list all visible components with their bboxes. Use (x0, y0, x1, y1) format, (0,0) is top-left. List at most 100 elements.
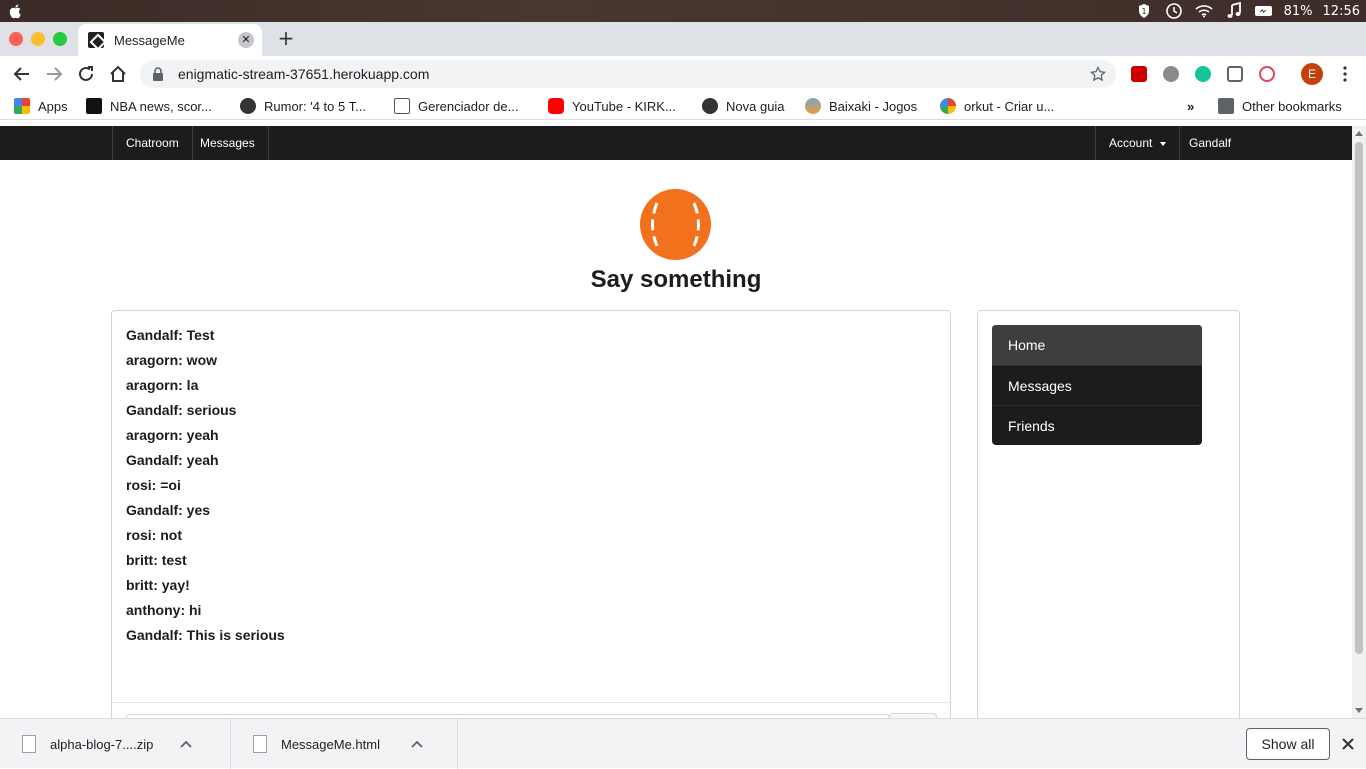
address-bar[interactable]: enigmatic-stream-37651.herokuapp.com (140, 60, 1116, 88)
bookmark-orkut[interactable]: orkut - Criar u... (940, 98, 1054, 114)
reload-button[interactable] (76, 64, 96, 84)
message-item: britt: yay! (126, 577, 190, 593)
back-button[interactable] (12, 64, 32, 84)
html-file-icon (253, 735, 267, 753)
extension-red-icon[interactable] (1259, 66, 1275, 82)
youtube-icon (548, 98, 564, 114)
show-all-button[interactable]: Show all (1246, 728, 1330, 760)
download-item[interactable]: alpha-blog-7....zip (0, 719, 231, 769)
download-item[interactable]: MessageMe.html (231, 719, 458, 769)
macos-menubar: 1 81% 12:56 (0, 0, 1366, 22)
window-zoom-button[interactable] (53, 32, 67, 46)
menu-item-home[interactable]: Home (992, 325, 1202, 365)
nav-user[interactable]: Gandalf (1176, 126, 1244, 160)
baseball-logo-icon (640, 189, 711, 260)
zip-file-icon (22, 735, 36, 753)
baixaki-icon (805, 98, 821, 114)
clock[interactable]: 12:56 (1323, 4, 1360, 19)
bookmark-other[interactable]: Other bookmarks (1218, 98, 1342, 114)
chevron-up-icon[interactable] (180, 740, 192, 748)
web-page: Chatroom Messages Account Gandalf Say so… (0, 126, 1352, 718)
music-note-icon[interactable] (1224, 2, 1244, 19)
tab-messageme[interactable]: MessageMe ✕ (78, 24, 262, 56)
kebab-menu-icon[interactable] (1338, 65, 1352, 83)
bookmarks-overflow-button[interactable]: » (1187, 98, 1194, 114)
tab-close-icon[interactable]: ✕ (238, 32, 254, 48)
camera-extension-icon[interactable] (1227, 66, 1243, 82)
page-scrollbar[interactable] (1352, 126, 1366, 718)
folder-icon (1218, 98, 1234, 114)
chat-divider (112, 702, 950, 703)
message-list: Gandalf: Test aragorn: wow aragorn: la G… (126, 325, 285, 650)
br-icon (86, 98, 102, 114)
bookmark-gerenciador[interactable]: Gerenciador de... (394, 98, 518, 114)
bookmark-apps[interactable]: Apps (14, 98, 68, 114)
download-filename: MessageMe.html (281, 736, 380, 752)
bookmark-label: Other bookmarks (1242, 98, 1342, 114)
url-text[interactable]: enigmatic-stream-37651.herokuapp.com (178, 66, 1090, 82)
bookmark-label: Rumor: '4 to 5 T... (264, 98, 366, 114)
site-favicon-icon (88, 32, 104, 48)
message-item: aragorn: la (126, 377, 199, 393)
bookmark-label: Gerenciador de... (418, 98, 519, 114)
bookmark-star-icon[interactable] (1090, 66, 1106, 82)
menu-item-messages[interactable]: Messages (992, 365, 1202, 405)
message-item: Gandalf: serious (126, 402, 237, 418)
nav-chatroom[interactable]: Chatroom (112, 126, 193, 160)
forward-button[interactable] (44, 64, 64, 84)
extension-circle-icon[interactable] (1163, 66, 1179, 82)
message-item: rosi: not (126, 527, 182, 543)
caret-down-icon (1160, 141, 1167, 146)
window-close-button[interactable] (9, 32, 23, 46)
youtube-extension-icon[interactable] (1131, 66, 1147, 82)
bookmark-label: YouTube - KIRK... (572, 98, 676, 114)
scroll-down-icon[interactable] (1355, 708, 1363, 713)
profile-avatar[interactable]: E (1301, 63, 1323, 85)
chevron-up-icon[interactable] (411, 740, 423, 748)
lock-icon[interactable] (152, 67, 164, 81)
page-heading: Say something (590, 266, 762, 293)
nav-account-dropdown[interactable]: Account (1095, 126, 1181, 160)
wifi-icon[interactable] (1194, 3, 1214, 19)
downloads-shelf: alpha-blog-7....zip MessageMe.html Show … (0, 718, 1366, 769)
shield-icon[interactable]: 1 (1134, 3, 1154, 19)
message-item: Gandalf: Test (126, 327, 215, 343)
message-item: aragorn: wow (126, 352, 218, 368)
home-icon (110, 65, 126, 82)
message-item: Gandalf: yeah (126, 452, 219, 468)
close-icon[interactable] (1340, 736, 1356, 752)
bookmarks-bar: Apps NBA news, scor... Rumor: '4 to 5 T.… (0, 92, 1366, 120)
download-filename: alpha-blog-7....zip (50, 736, 154, 752)
sidebar-box: Home Messages Friends (977, 310, 1240, 718)
tab-title: MessageMe (114, 32, 185, 48)
battery-charging-icon[interactable] (1254, 3, 1274, 19)
bookmark-baixaki[interactable]: Baixaki - Jogos (805, 98, 917, 114)
scroll-up-icon[interactable] (1355, 131, 1363, 136)
time-machine-icon[interactable] (1164, 3, 1184, 19)
apple-logo-icon[interactable] (8, 3, 24, 19)
reload-icon (79, 66, 93, 81)
grammarly-icon[interactable] (1195, 66, 1211, 82)
svg-text:1: 1 (1141, 7, 1146, 16)
battery-percent: 81% (1283, 3, 1313, 19)
bookmark-label: Nova guia (726, 98, 785, 114)
browser-toolbar: enigmatic-stream-37651.herokuapp.com E (0, 56, 1366, 92)
message-item: rosi: =oi (126, 477, 181, 493)
globe-icon (702, 98, 718, 114)
google-icon (940, 98, 956, 114)
message-item: Gandalf: yes (126, 502, 211, 518)
chat-box: Gandalf: Test aragorn: wow aragorn: la G… (111, 310, 951, 718)
bookmark-youtube[interactable]: YouTube - KIRK... (548, 98, 676, 114)
app-navbar: Chatroom Messages Account Gandalf (0, 126, 1352, 160)
bookmark-rumor[interactable]: Rumor: '4 to 5 T... (240, 98, 366, 114)
message-item: anthony: hi (126, 602, 202, 618)
bookmark-nba[interactable]: NBA news, scor... (86, 98, 212, 114)
bookmark-nova-guia[interactable]: Nova guia (702, 98, 785, 114)
menu-item-friends[interactable]: Friends (992, 405, 1202, 445)
message-item: aragorn: yeah (126, 427, 219, 443)
window-minimize-button[interactable] (31, 32, 45, 46)
home-button[interactable] (108, 64, 128, 84)
scrollbar-thumb[interactable] (1355, 142, 1363, 654)
new-tab-button[interactable]: + (276, 28, 296, 48)
nav-messages[interactable]: Messages (187, 126, 269, 160)
